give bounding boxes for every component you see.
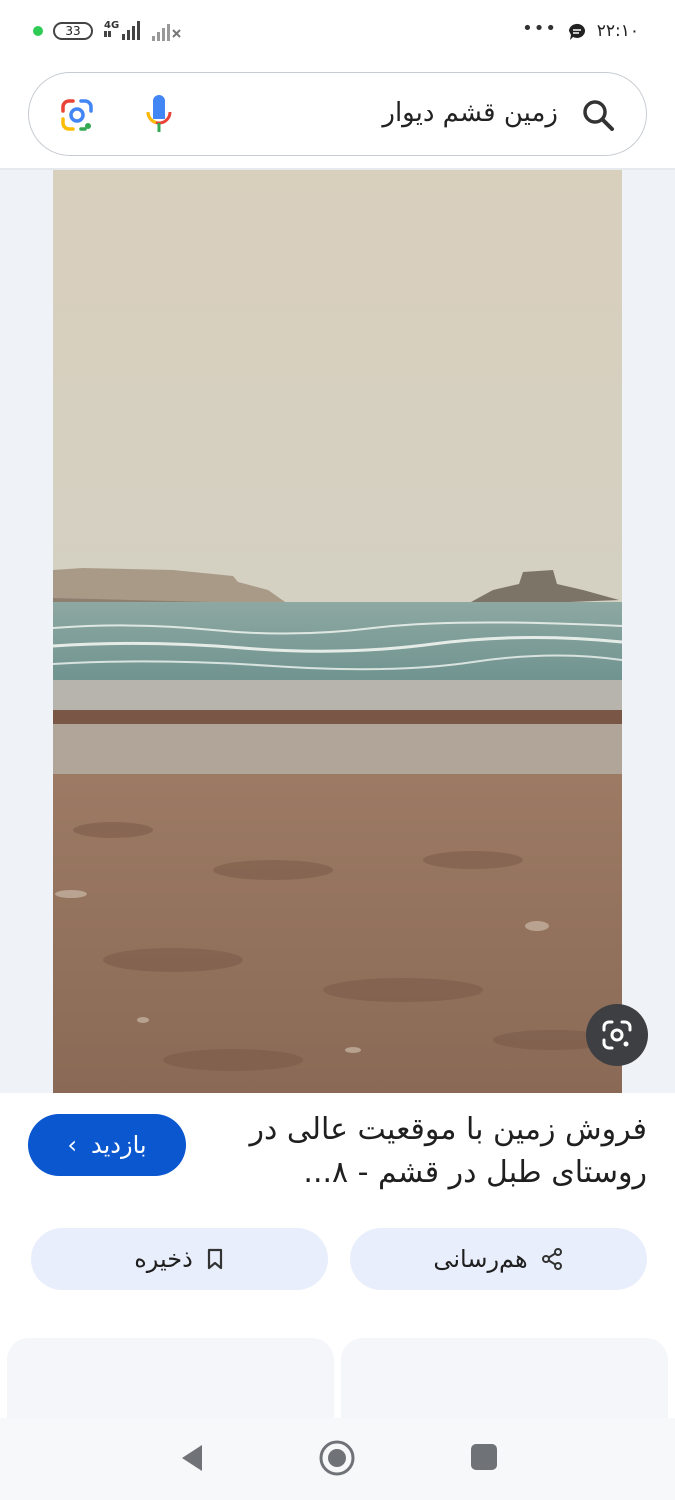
visit-button[interactable]: بازدید › <box>28 1114 186 1176</box>
back-icon[interactable] <box>178 1442 206 1474</box>
camera-indicator-dot <box>33 26 43 36</box>
chevron-right-icon: › <box>67 1131 78 1159</box>
share-button[interactable]: هم‌رسانی <box>350 1228 647 1290</box>
bookmark-icon <box>207 1248 222 1270</box>
chat-notification-icon <box>568 23 585 40</box>
save-button[interactable]: ذخیره <box>31 1228 328 1290</box>
google-lens-icon[interactable] <box>59 97 95 133</box>
signal-no-service-icon <box>152 24 181 41</box>
clock-time: ۲۲:۱۰ <box>596 21 639 41</box>
mic-icon[interactable] <box>143 93 175 135</box>
battery-indicator: 33 <box>53 22 93 40</box>
save-button-label: ذخیره <box>134 1245 193 1273</box>
image-viewer[interactable] <box>0 170 675 1093</box>
result-title[interactable]: فروش زمین با موقعیت عالی در روستای طبل د… <box>207 1108 647 1194</box>
svg-text:4G: 4G <box>104 20 119 31</box>
related-result-card[interactable] <box>7 1338 334 1428</box>
related-result-card[interactable] <box>341 1338 668 1428</box>
lens-scan-icon <box>602 1020 632 1050</box>
visit-button-label: بازدید <box>91 1131 147 1159</box>
home-icon[interactable] <box>318 1439 356 1477</box>
search-query-text[interactable]: زمین قشم دیوار <box>382 98 558 128</box>
more-notifications-icon: ••• <box>522 18 557 39</box>
search-bar[interactable]: زمین قشم دیوار <box>28 72 647 156</box>
lens-search-image-button[interactable] <box>586 1004 648 1066</box>
signal-4g-icon: 4G <box>104 20 140 40</box>
system-nav-bar <box>0 1418 675 1500</box>
status-bar: 33 4G ••• ۲۲:۱۰ <box>0 0 675 62</box>
recents-icon[interactable] <box>471 1444 497 1470</box>
share-icon <box>541 1248 562 1270</box>
result-image[interactable] <box>53 170 622 1093</box>
share-button-label: هم‌رسانی <box>433 1245 528 1273</box>
search-icon[interactable] <box>580 97 616 133</box>
